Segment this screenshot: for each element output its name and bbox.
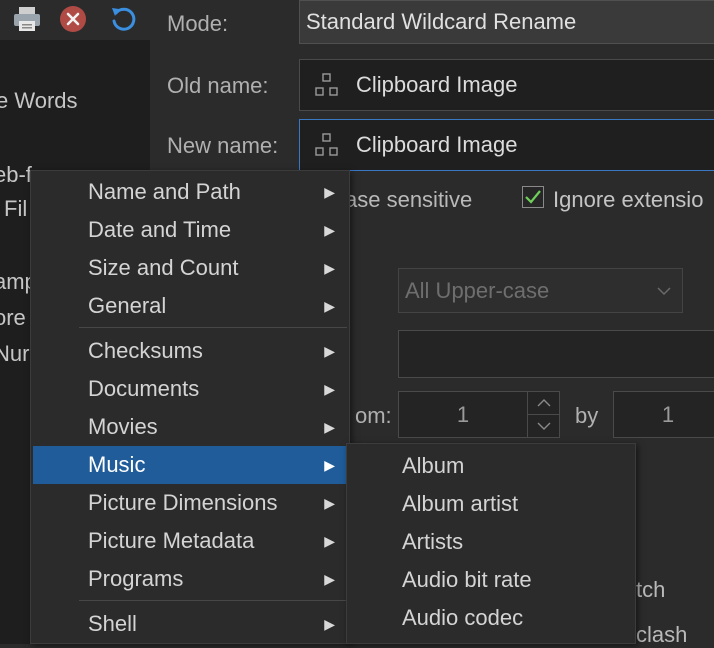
text-input[interactable] <box>398 330 714 378</box>
menu-item-label: Date and Time <box>88 217 232 242</box>
mode-select[interactable]: Standard Wildcard Rename <box>299 0 714 44</box>
by-value: 1 <box>661 401 675 427</box>
old-name-label: Old name: <box>167 73 269 98</box>
menu-item-date-and-time[interactable]: Date and Time ▶ <box>33 211 347 249</box>
match-option-label[interactable]: tch <box>636 577 665 603</box>
submenu-item-audio-codec[interactable]: Audio codec <box>402 605 523 631</box>
printer-icon[interactable] <box>12 4 42 34</box>
submenu-item-album[interactable]: Album <box>402 453 464 479</box>
submenu-arrow-icon: ▶ <box>324 495 335 511</box>
case-sensitive-label[interactable]: ase sensitive <box>345 187 472 213</box>
submenu-item-artists[interactable]: Artists <box>402 529 463 555</box>
submenu-arrow-icon: ▶ <box>324 298 335 314</box>
submenu-arrow-icon: ▶ <box>324 381 335 397</box>
by-spinner[interactable]: 1 <box>613 391 714 438</box>
new-name-field[interactable]: Clipboard Image <box>299 119 714 171</box>
menu-item-label: Documents <box>88 376 200 401</box>
menu-item-checksums[interactable]: Checksums ▶ <box>33 332 347 370</box>
from-label: om: <box>355 403 392 428</box>
chevron-down-icon <box>657 287 671 296</box>
from-spinner[interactable]: 1 <box>398 391 528 438</box>
spin-down-button[interactable] <box>527 414 560 438</box>
menu-item-shell[interactable]: Shell ▶ <box>33 605 347 643</box>
submenu-arrow-icon: ▶ <box>324 533 335 549</box>
menu-item-label: Movies <box>88 414 158 439</box>
undo-icon[interactable] <box>108 4 138 34</box>
submenu-arrow-icon: ▶ <box>324 222 335 238</box>
checkmark-icon <box>525 190 541 204</box>
submenu-item-audio-bit-rate[interactable]: Audio bit rate <box>402 567 532 593</box>
spin-up-button[interactable] <box>527 391 560 415</box>
submenu-arrow-icon: ▶ <box>324 419 335 435</box>
clipboard-image-icon <box>315 133 338 156</box>
submenu-item-album-artist[interactable]: Album artist <box>402 491 518 517</box>
menu-separator <box>79 327 347 328</box>
mode-value: Standard Wildcard Rename <box>306 9 577 34</box>
ignore-extension-checkbox[interactable] <box>522 186 544 208</box>
left-item[interactable]: e Words <box>0 88 78 114</box>
submenu-arrow-icon: ▶ <box>324 343 335 359</box>
menu-item-picture-metadata[interactable]: Picture Metadata ▶ <box>33 522 347 560</box>
left-item[interactable]: Nur <box>0 341 29 367</box>
old-name-field[interactable]: Clipboard Image <box>299 59 714 111</box>
menu-item-label: Picture Metadata <box>88 528 255 553</box>
menu-item-picture-dimensions[interactable]: Picture Dimensions ▶ <box>33 484 347 522</box>
menu-item-label: Shell <box>88 611 137 636</box>
context-menu: Name and Path ▶ Date and Time ▶ Size and… <box>30 170 350 644</box>
by-label: by <box>575 403 599 428</box>
menu-item-label: General <box>88 293 167 318</box>
clash-option-label[interactable]: clash <box>636 622 687 648</box>
menu-item-music[interactable]: Music ▶ <box>33 446 347 484</box>
menu-item-movies[interactable]: Movies ▶ <box>33 408 347 446</box>
chevron-up-icon <box>537 399 550 407</box>
case-select[interactable]: All Upper-case <box>398 268 683 313</box>
menu-item-label: Programs <box>88 566 184 591</box>
new-name-value: Clipboard Image <box>356 132 518 157</box>
submenu-arrow-icon: ▶ <box>324 571 335 587</box>
submenu-arrow-icon: ▶ <box>324 457 335 473</box>
music-submenu: Album Album artist Artists Audio bit rat… <box>346 443 636 644</box>
left-item[interactable]: Fil <box>4 196 27 222</box>
menu-item-programs[interactable]: Programs ▶ <box>33 560 347 598</box>
submenu-arrow-icon: ▶ <box>324 616 335 632</box>
submenu-arrow-icon: ▶ <box>324 184 335 200</box>
menu-item-name-and-path[interactable]: Name and Path ▶ <box>33 173 347 211</box>
old-name-value: Clipboard Image <box>356 72 518 97</box>
menu-item-label: Picture Dimensions <box>88 490 278 515</box>
mode-label: Mode: <box>167 11 229 36</box>
from-value: 1 <box>456 401 470 427</box>
menu-item-label: Size and Count <box>88 255 239 280</box>
close-icon[interactable] <box>58 4 88 34</box>
new-name-label: New name: <box>167 133 279 158</box>
menu-item-documents[interactable]: Documents ▶ <box>33 370 347 408</box>
menu-item-label: Checksums <box>88 338 203 363</box>
submenu-arrow-icon: ▶ <box>324 260 335 276</box>
menu-separator <box>79 600 347 601</box>
left-item[interactable]: eb-f <box>0 162 32 188</box>
menu-item-general[interactable]: General ▶ <box>33 287 347 325</box>
menu-item-size-and-count[interactable]: Size and Count ▶ <box>33 249 347 287</box>
ignore-extension-label[interactable]: Ignore extensio <box>553 187 703 213</box>
chevron-down-icon <box>537 422 550 430</box>
menu-item-label: Name and Path <box>88 179 241 204</box>
left-item[interactable]: ore <box>0 305 26 331</box>
clipboard-image-icon <box>315 73 338 96</box>
menu-item-label: Music <box>88 452 146 477</box>
case-select-value: All Upper-case <box>405 277 550 303</box>
